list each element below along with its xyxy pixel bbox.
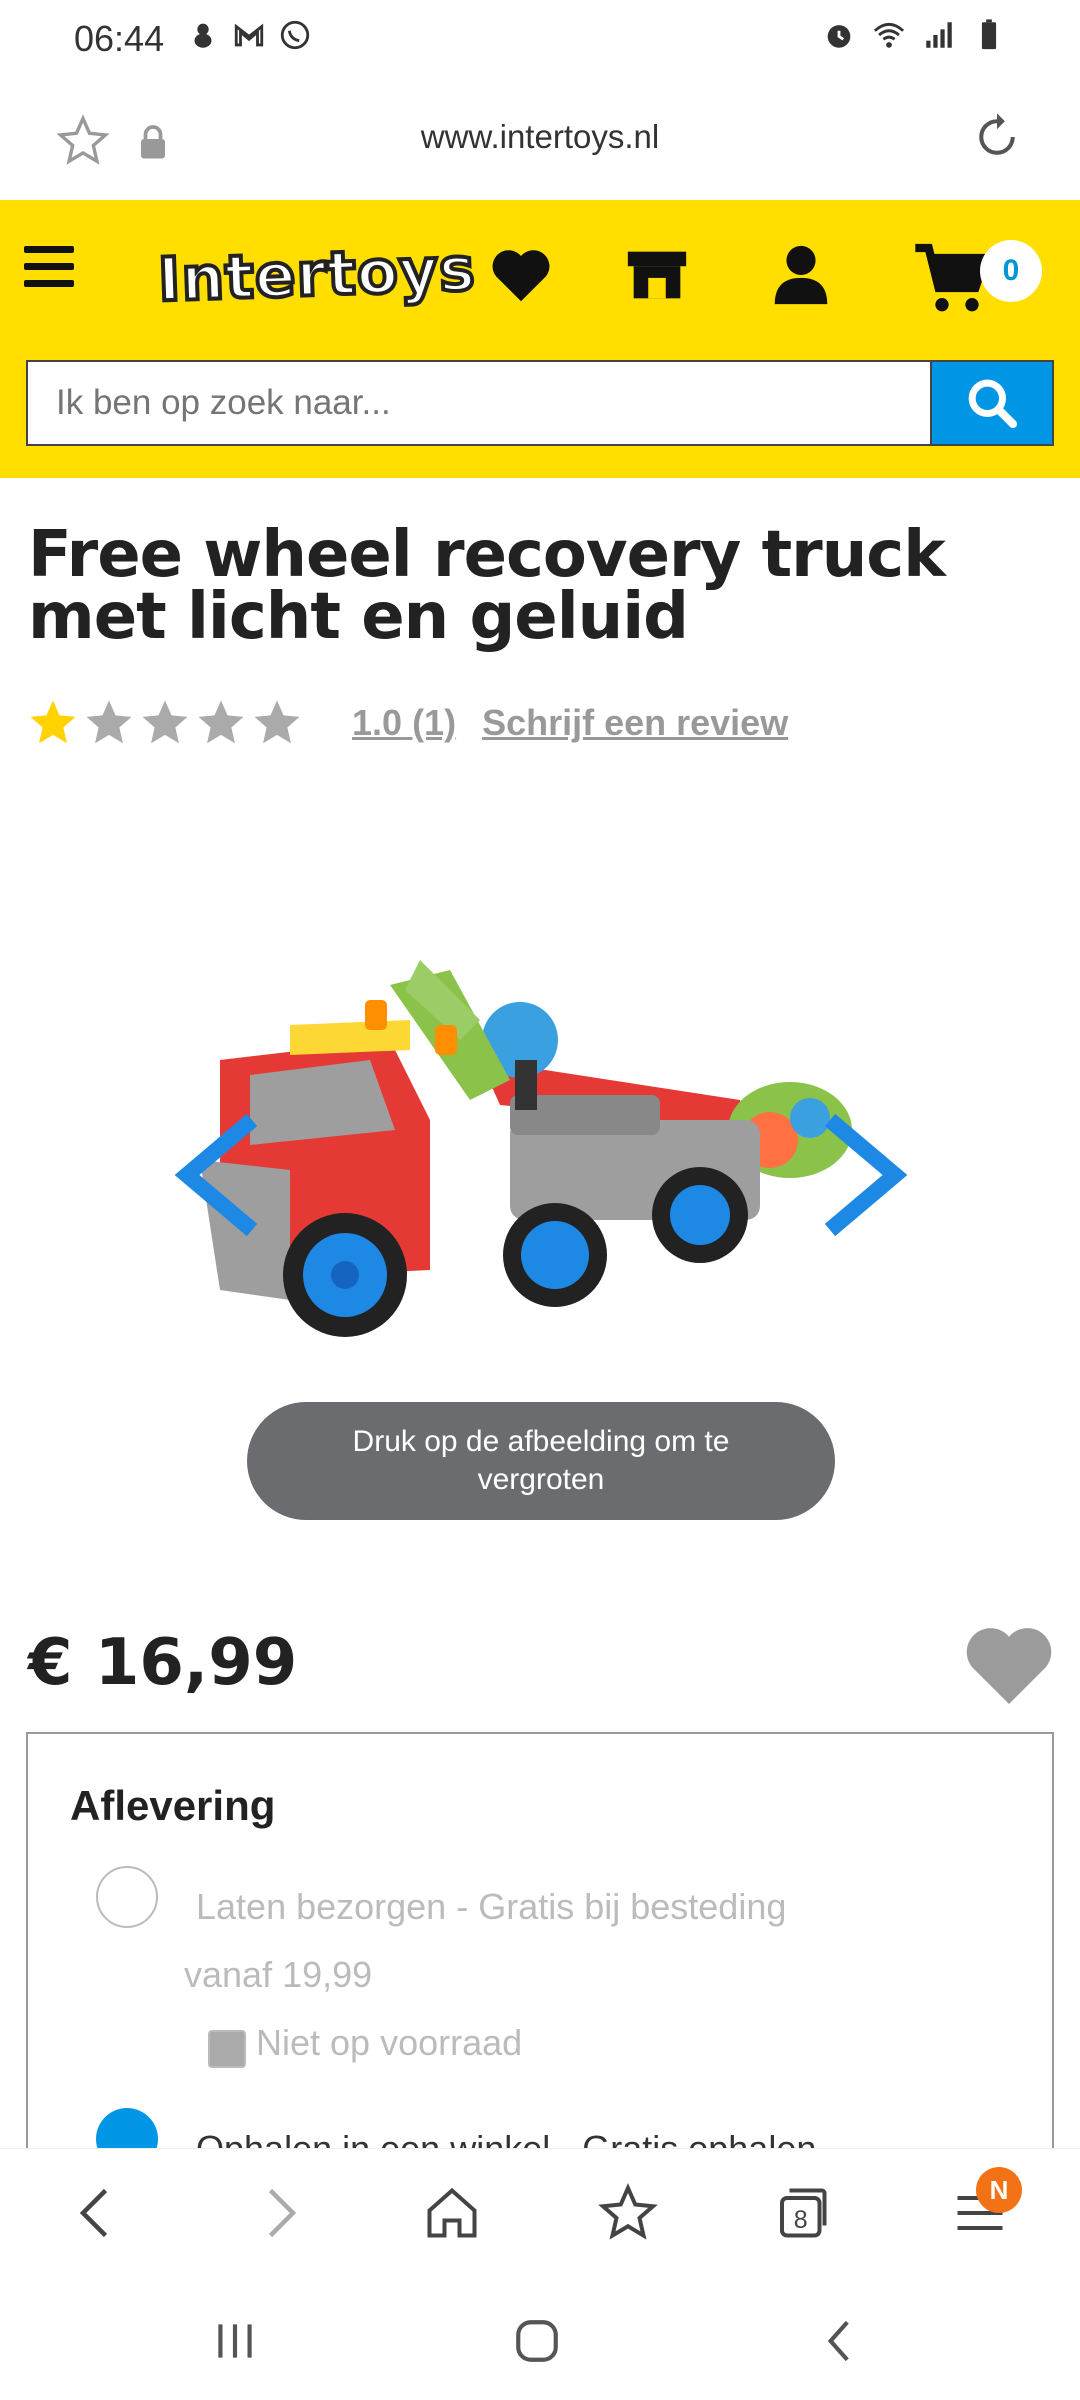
add-to-wishlist-heart-icon[interactable] [960,1620,1058,1708]
forward-icon[interactable] [248,2183,308,2243]
product-image[interactable] [180,930,920,1400]
cart-count-badge: 0 [980,240,1042,302]
system-status-icons [822,18,1006,52]
search-icon [968,379,1018,429]
system-home-icon[interactable] [512,2316,562,2366]
rating-row: 1.0 (1) Schrijf een review [26,692,788,754]
delivery-options-panel: Aflevering Laten bezorgen - Gratis bij b… [26,1732,1054,2152]
wishlist-heart-icon[interactable] [486,240,556,310]
search-button[interactable] [930,360,1054,446]
url-text[interactable]: www.intertoys.nl [0,118,1080,156]
whatsapp-icon [280,20,310,50]
system-navigation-bar [0,2274,1080,2400]
account-icon[interactable] [766,240,836,310]
status-time: 06:44 [74,18,165,59]
delivery-radio-pickup[interactable] [96,2108,158,2152]
star-filled-icon [30,700,76,744]
write-review-link[interactable]: Schrijf een review [482,702,788,744]
carousel-prev-icon[interactable] [172,1110,262,1240]
star-empty-icon [86,700,132,744]
delivery-title: Aflevering [70,1782,276,1829]
carousel-next-icon[interactable] [820,1110,910,1240]
reload-icon[interactable] [970,110,1024,164]
delivery-radio-home[interactable] [96,1866,158,1928]
stock-status-icon [208,2030,246,2068]
system-back-icon[interactable] [816,2316,866,2366]
gmail-icon [234,23,264,47]
search-input[interactable] [26,360,930,446]
menu-notification-badge: N [976,2167,1022,2213]
rating-stars [26,696,304,750]
recent-apps-icon[interactable] [210,2316,260,2366]
store-icon[interactable] [622,240,692,310]
battery-icon [981,19,997,50]
tabs-count: 8 [794,2206,808,2234]
back-icon[interactable] [68,2183,128,2243]
product-title: Free wheel recovery truck met licht en g… [28,518,946,654]
browser-url-bar: www.intertoys.nl [0,78,1080,200]
notification-icons [186,18,312,52]
bookmarks-star-icon[interactable] [598,2183,658,2243]
rating-count: (1) [412,702,457,743]
intertoys-logo[interactable]: Intertoys [155,232,479,317]
delivery-option-home-label: Laten bezorgen - Gratis bij besteding [196,1886,787,1927]
product-price: € 16,99 [28,1626,298,1700]
alarm-icon [827,25,851,48]
signal-icon [926,22,952,48]
rating-value: 1.0 [352,702,403,743]
home-icon[interactable] [422,2183,482,2243]
menu-icon[interactable] [24,246,74,288]
star-empty-icon [142,700,188,744]
browser-bottom-nav: 8 N [0,2148,1080,2275]
star-empty-icon [254,700,300,744]
stock-status-text: Niet op voorraad [256,2022,523,2063]
tabs-icon[interactable]: 8 [772,2183,832,2243]
status-bar: 06:44 [0,0,1080,78]
bug-icon [194,23,212,48]
site-header: Intertoys 0 [0,200,1080,478]
rating-value-link[interactable]: 1.0 (1) [352,702,456,744]
zoom-hint-tooltip: Druk op de afbeelding om te vergroten [247,1402,835,1520]
star-empty-icon [198,700,244,744]
wifi-icon [873,22,905,48]
delivery-option-home-sublabel: vanaf 19,99 [184,1954,373,1995]
search-bar [26,360,1054,450]
